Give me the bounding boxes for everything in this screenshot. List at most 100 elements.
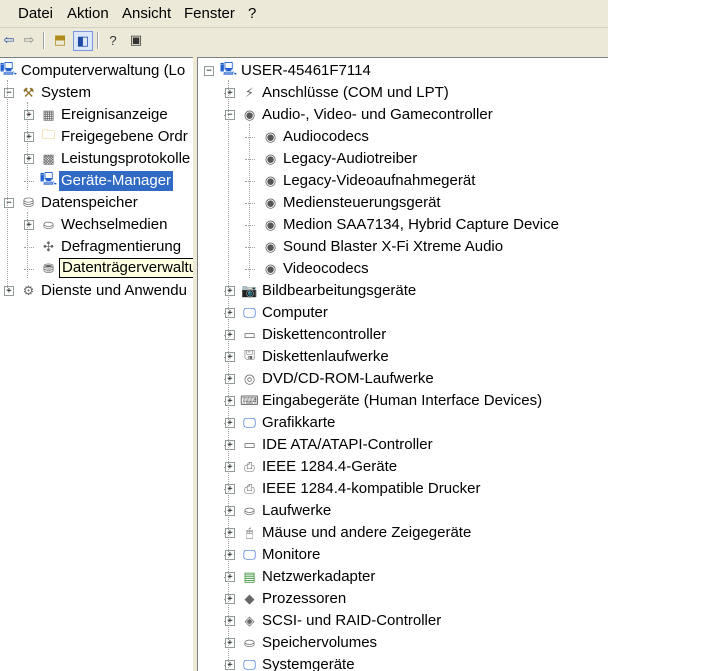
expand-icon[interactable]: + — [225, 88, 235, 98]
menu-ansicht[interactable]: Ansicht — [122, 5, 171, 22]
collapse-icon[interactable]: − — [4, 198, 14, 208]
tree-item[interactable]: − ◉ Audio-, Video- und Gamecontroller — [198, 104, 608, 126]
tree-item[interactable]: + ⚙ Dienste und Anwendu — [0, 280, 193, 302]
tree-item[interactable]: + ▦ Ereignisanzeige — [0, 104, 193, 126]
tree-item[interactable]: + 🖵 Systemgeräte — [198, 654, 608, 671]
collapse-icon[interactable]: − — [225, 110, 235, 120]
tree-item[interactable]: 🖳 Geräte-Manager — [0, 170, 193, 192]
expand-icon[interactable]: + — [24, 132, 34, 142]
device-tree-pane[interactable]: − 🖳 USER-45461F7114 + ⚡ Anschlüsse (COM und L… — [197, 57, 608, 671]
menu-help[interactable]: ? — [248, 5, 256, 22]
tree-item[interactable]: ◉ Sound Blaster X-Fi Xtreme Audio — [198, 236, 608, 258]
tree-item[interactable]: + 🖰 Mäuse und andere Zeigegeräte — [198, 522, 608, 544]
tree-item[interactable]: + 📷 Bildbearbeitungsgeräte — [198, 280, 608, 302]
expand-icon[interactable]: + — [225, 506, 235, 516]
expand-icon[interactable]: + — [225, 594, 235, 604]
printer-icon: ⎙ — [244, 480, 255, 496]
expand-icon[interactable]: + — [4, 286, 14, 296]
tree-item[interactable]: + ⎙ IEEE 1284.4-Geräte — [198, 456, 608, 478]
tree-item[interactable]: + 🗀 Freigegebene Ordr — [0, 126, 193, 148]
tree-item[interactable]: ◉ Audiocodecs — [198, 126, 608, 148]
expand-icon[interactable]: + — [225, 374, 235, 384]
properties-help-icon[interactable]: ? — [104, 31, 122, 49]
scsi-icon: ◈ — [244, 612, 255, 628]
removable-media-icon: ⛀ — [43, 216, 54, 232]
tree-item[interactable]: ◉ Mediensteuerungsgerät — [198, 192, 608, 214]
tree-item[interactable]: ◉ Legacy-Audiotreiber — [198, 148, 608, 170]
tree-item[interactable]: + ◈ SCSI- und RAID-Controller — [198, 610, 608, 632]
menu-datei[interactable]: Datei — [18, 5, 53, 22]
tree-item[interactable]: + ⌨ Eingabegeräte (Human Interface Devices… — [198, 390, 608, 412]
tree-item[interactable]: − ⛁ Datenspeicher — [0, 192, 193, 214]
expand-icon[interactable]: + — [225, 308, 235, 318]
expand-icon[interactable]: + — [225, 528, 235, 538]
tree-item[interactable]: + ◆ Prozessoren — [198, 588, 608, 610]
expand-icon[interactable]: + — [24, 154, 34, 164]
expand-icon[interactable]: + — [225, 484, 235, 494]
tree-item-label: Geräte-Manager — [59, 171, 174, 191]
tree-item[interactable]: + ⚡ Anschlüsse (COM und LPT) — [198, 82, 608, 104]
speaker-icon: ◉ — [243, 106, 256, 122]
tree-item-label: Mäuse und andere Zeigegeräte — [262, 524, 472, 541]
tree-item-label: Anschlüsse (COM und LPT) — [262, 84, 449, 101]
expand-icon[interactable]: + — [225, 418, 235, 428]
tree-item[interactable]: + 🖵 Monitore — [198, 544, 608, 566]
tree-item[interactable]: ◉ Medion SAA7134, Hybrid Capture Device — [198, 214, 608, 236]
tree-item-label: Computer — [262, 304, 328, 321]
tree-item-label: Grafikkarte — [262, 414, 336, 431]
tree-connector — [245, 269, 255, 270]
tree-item[interactable]: ◉ Videocodecs — [198, 258, 608, 280]
tree-item[interactable]: + ▭ IDE ATA/ATAPI-Controller — [198, 434, 608, 456]
tree-item-label: Videocodecs — [283, 260, 369, 277]
tree-item[interactable]: ⛃ Datenträgerverwaltung — [0, 258, 193, 280]
tree-item[interactable]: + ▤ Netzwerkadapter — [198, 566, 608, 588]
expand-icon[interactable]: + — [225, 440, 235, 450]
up-folder-icon[interactable]: ⬒ — [51, 31, 69, 49]
tree-item[interactable]: + ⛀ Wechselmedien — [0, 214, 193, 236]
expand-icon[interactable]: + — [225, 660, 235, 670]
computer-icon: 🖳 — [219, 60, 238, 76]
forward-arrow-icon[interactable]: ⇨ — [20, 31, 38, 49]
back-arrow-icon[interactable]: ⇦ — [0, 31, 18, 49]
tree-item[interactable]: + ▭ Diskettencontroller — [198, 324, 608, 346]
tree-item[interactable]: + 🖵 Computer — [198, 302, 608, 324]
collapse-icon[interactable]: − — [4, 88, 14, 98]
tree-item-label: Legacy-Videoaufnahmegerät — [283, 172, 476, 189]
tree-item[interactable]: + ⎙ IEEE 1284.4-kompatible Drucker — [198, 478, 608, 500]
tree-item[interactable]: + 🖫 Diskettenlaufwerke — [198, 346, 608, 368]
toolbar-separator — [97, 32, 99, 49]
expand-icon[interactable]: + — [225, 286, 235, 296]
expand-icon[interactable]: + — [225, 462, 235, 472]
tree-item[interactable]: − ⚒ System — [0, 82, 193, 104]
properties-icon[interactable]: ▣ — [127, 31, 145, 49]
expand-icon[interactable]: + — [225, 330, 235, 340]
show-hide-tree-icon[interactable]: ◧ — [73, 31, 93, 51]
tree-item-label: Computerverwaltung (Lo — [21, 62, 186, 79]
tree-item[interactable]: ✣ Defragmentierung — [0, 236, 193, 258]
menu-bar: Datei Aktion Ansicht Fenster ? — [0, 0, 608, 28]
menu-fenster[interactable]: Fenster — [184, 5, 235, 22]
expand-icon[interactable]: + — [225, 572, 235, 582]
tree-item[interactable]: − 🖳 USER-45461F7114 — [198, 60, 608, 82]
console-tree-pane[interactable]: 🖳 Computerverwaltung (Lo − ⚒ System + ▦ Ereigni… — [0, 57, 193, 671]
tree-item[interactable]: + ⛀ Laufwerke — [198, 500, 608, 522]
services-icon: ⚙ — [22, 282, 35, 298]
tree-item[interactable]: 🖳 Computerverwaltung (Lo — [0, 60, 193, 82]
tree-item[interactable]: ◉ Legacy-Videoaufnahmegerät — [198, 170, 608, 192]
computer-management-window: Datei Aktion Ansicht Fenster ? ⇦ ⇨ ⬒ ◧ ?… — [0, 0, 608, 671]
expand-icon[interactable]: + — [225, 396, 235, 406]
tree-item[interactable]: + ⛀ Speichervolumes — [198, 632, 608, 654]
menu-aktion[interactable]: Aktion — [67, 5, 109, 22]
expand-icon[interactable]: + — [225, 550, 235, 560]
tree-item[interactable]: + 🖵 Grafikkarte — [198, 412, 608, 434]
tree-item[interactable]: + ▩ Leistungsprotokolle — [0, 148, 193, 170]
expand-icon[interactable]: + — [225, 616, 235, 626]
expand-icon[interactable]: + — [24, 220, 34, 230]
shared-folder-icon: 🗀 — [41, 126, 55, 142]
expand-icon[interactable]: + — [225, 352, 235, 362]
tree-item[interactable]: + ◎ DVD/CD-ROM-Laufwerke — [198, 368, 608, 390]
tree-connector — [245, 181, 255, 182]
expand-icon[interactable]: + — [225, 638, 235, 648]
collapse-icon[interactable]: − — [204, 66, 214, 76]
expand-icon[interactable]: + — [24, 110, 34, 120]
